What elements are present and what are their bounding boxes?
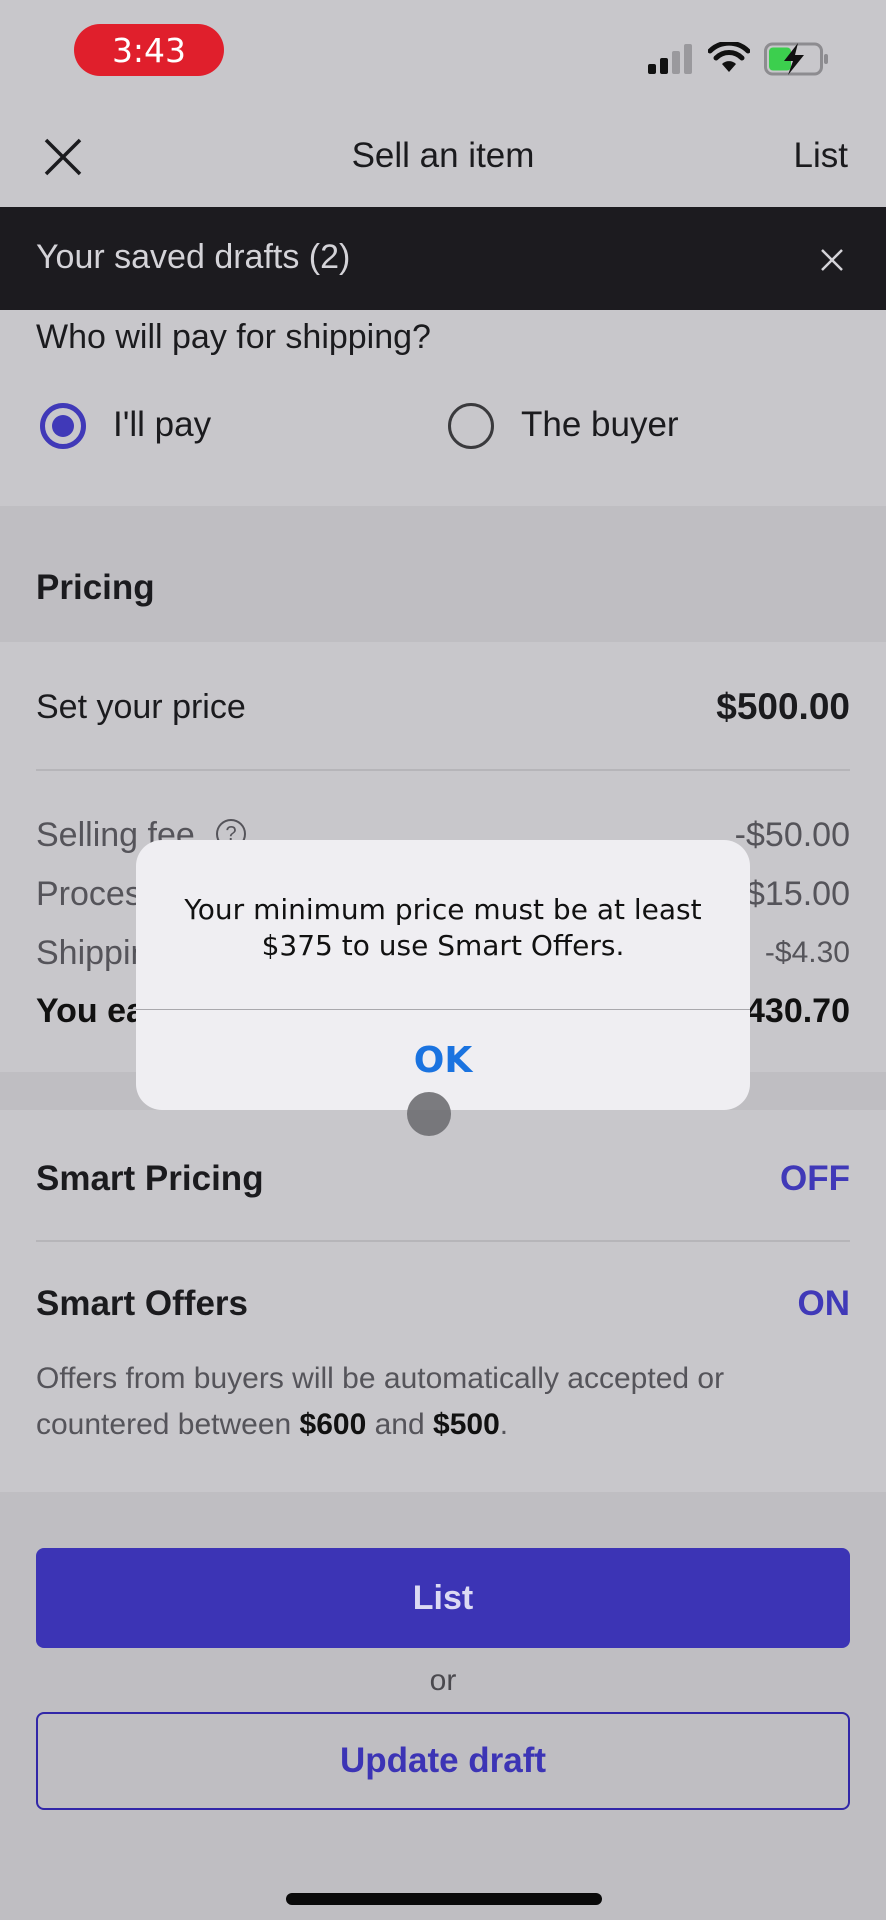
alert-ok-button[interactable]: OK [136,1010,750,1110]
pricing-title: Pricing [36,568,155,607]
battery-charging-icon [764,42,828,76]
alert-dialog: Your minimum price must be at least $375… [136,840,750,1110]
desc-text: and [366,1408,434,1441]
desc-low-price: $500 [433,1408,500,1441]
smart-offers-toggle[interactable]: ON [798,1284,851,1324]
update-draft-button[interactable]: Update draft [36,1712,850,1810]
alert-message: Your minimum price must be at least $375… [184,893,702,962]
smart-offers-description: Offers from buyers will be automatically… [36,1356,836,1448]
cellular-signal-icon [648,44,692,74]
divider [36,769,850,771]
or-separator: or [429,1664,457,1697]
radio-label-ill-pay[interactable]: I'll pay [113,405,211,445]
set-price-value[interactable]: $500.00 [716,686,850,728]
nav-list-button[interactable]: List [794,136,848,176]
list-button[interactable]: List [36,1548,850,1648]
radio-the-buyer[interactable] [448,403,494,449]
close-icon[interactable] [818,246,846,274]
shipping-question: Who will pay for shipping? [36,318,431,356]
desc-text: . [499,1408,509,1441]
desc-high-price: $600 [299,1408,367,1441]
status-time: 3:43 [74,24,224,76]
selling-fee-value: -$50.00 [734,816,850,854]
touch-indicator [407,1092,451,1136]
radio-label-the-buyer[interactable]: The buyer [521,405,679,445]
divider [36,1240,850,1242]
page-title: Sell an item [351,136,535,175]
wifi-icon [708,42,750,72]
smart-pricing-label[interactable]: Smart Pricing [36,1159,264,1199]
set-price-label[interactable]: Set your price [36,688,246,727]
processing-fee-value: -$15.00 [734,875,850,913]
shipping-fee-value: -$4.30 [764,936,850,969]
saved-drafts-text[interactable]: Your saved drafts (2) [36,238,350,277]
home-indicator[interactable] [286,1893,602,1905]
smart-offers-label[interactable]: Smart Offers [36,1284,248,1324]
radio-ill-pay[interactable] [40,403,86,449]
smart-pricing-toggle[interactable]: OFF [780,1159,850,1199]
